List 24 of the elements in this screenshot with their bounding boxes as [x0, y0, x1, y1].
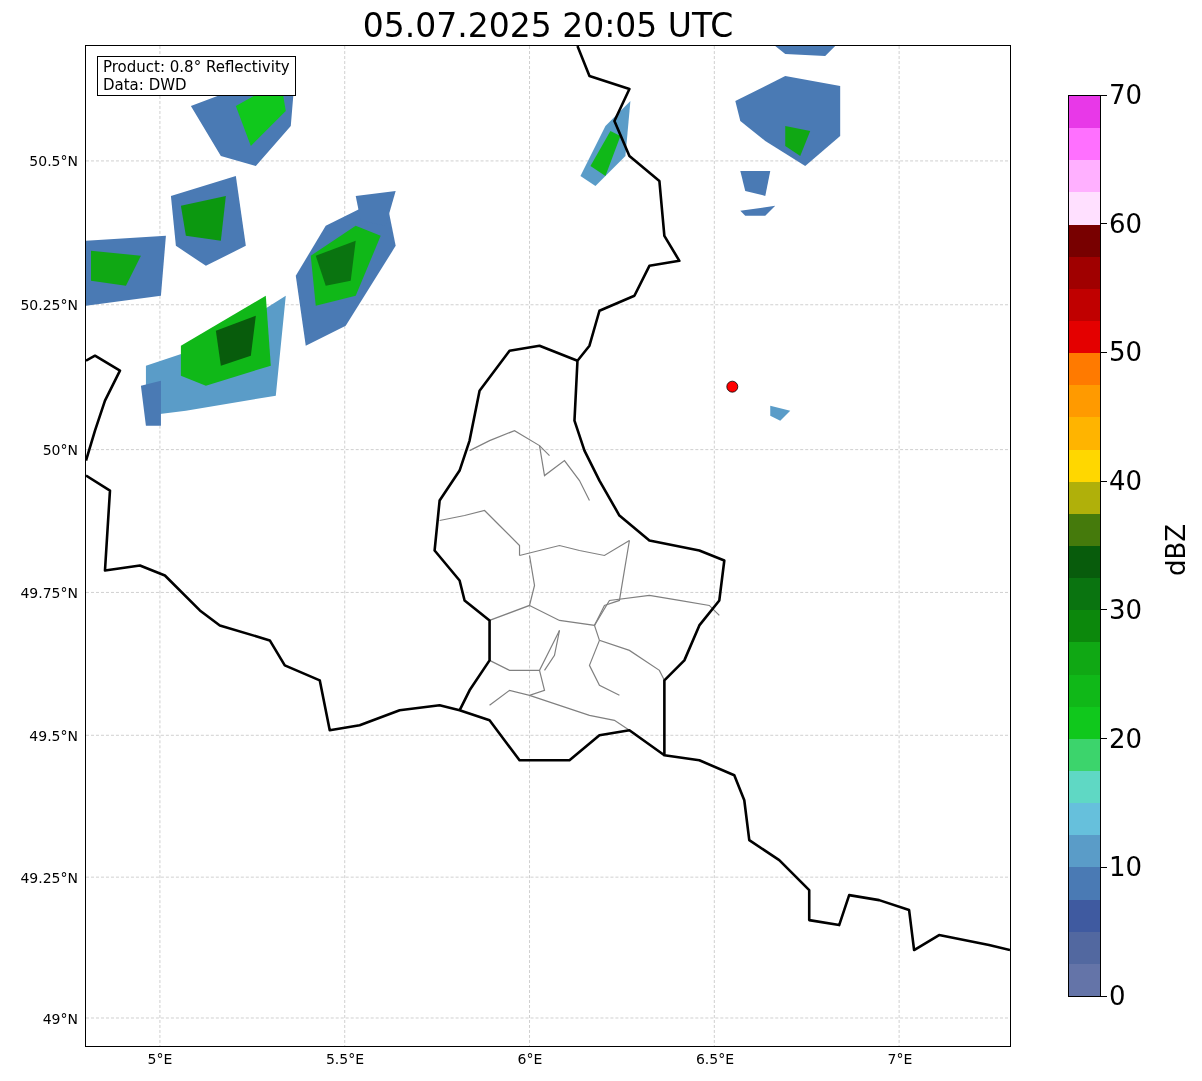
colorbar-tick-label: 70	[1109, 80, 1143, 110]
colorbar-tick-label: 10	[1109, 852, 1143, 883]
colorbar-tick-label: 50	[1109, 337, 1143, 368]
longitude-label: 6°E	[517, 1050, 543, 1068]
latitude-label: 49.5°N	[29, 727, 78, 745]
latitude-label: 50.5°N	[29, 152, 78, 170]
colorbar-label: dBZ	[1161, 523, 1191, 576]
chart-title: 05.07.2025 20:05 UTC	[361, 5, 735, 47]
latitude-label: 49°N	[42, 1010, 78, 1028]
info-text: Data: DWD	[103, 76, 188, 94]
longitude-label: 5.5°E	[325, 1050, 365, 1068]
colorbar-tick-label: 40	[1109, 466, 1143, 497]
colorbar-tick-label: 60	[1109, 208, 1143, 239]
colorbar-tick-label: 30	[1109, 594, 1143, 625]
latitude-label: 50.25°N	[20, 296, 78, 314]
info-text: Product: 0.8° Reflectivity	[103, 58, 290, 76]
longitude-label: 5°E	[147, 1050, 173, 1068]
colorbar-tick-label: 20	[1109, 723, 1143, 754]
longitude-label: 6.5°E	[695, 1050, 735, 1068]
latitude-label: 50°N	[42, 441, 78, 459]
colorbar-tick-label: 0	[1109, 981, 1126, 1011]
latitude-label: 49.75°N	[20, 584, 78, 602]
latitude-label: 49.25°N	[20, 869, 78, 887]
longitude-label: 7°E	[887, 1050, 913, 1068]
